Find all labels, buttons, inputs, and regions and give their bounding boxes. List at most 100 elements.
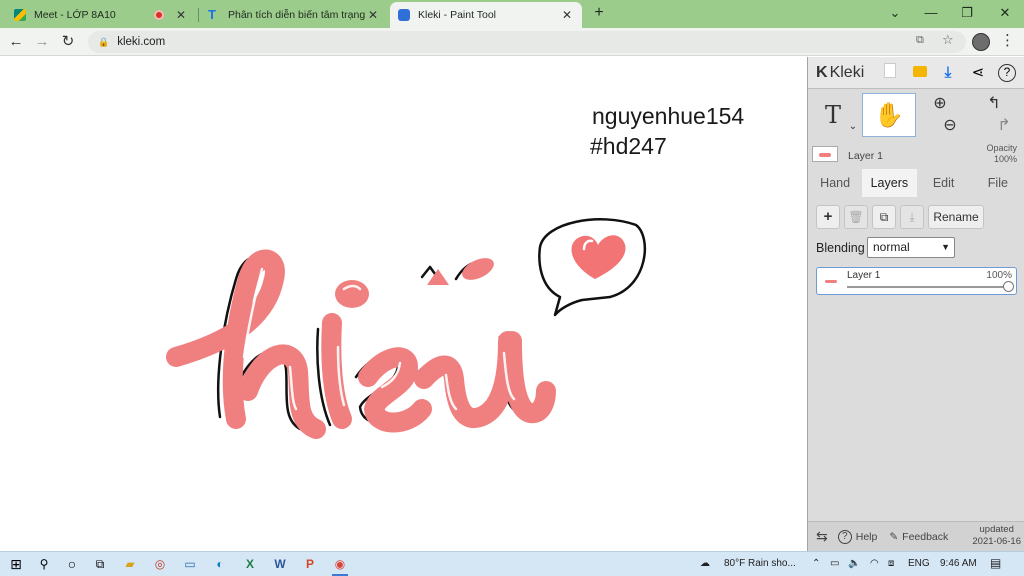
share-icon[interactable]: ⋖ [968, 63, 988, 83]
zoom-controls: ⊕ ⊖ [920, 93, 960, 137]
translate-icon[interactable]: ⧉ [916, 34, 924, 47]
url-text: kleki.com [117, 36, 166, 48]
undo-icon[interactable]: ↰ [972, 93, 1016, 115]
minimize-button[interactable]: — [912, 2, 950, 24]
tab-layers[interactable]: Layers [862, 169, 917, 197]
menu-kebab-icon[interactable]: ⋮ [1000, 31, 1015, 49]
close-window-button[interactable]: ✕ [986, 2, 1024, 24]
layer-list-item[interactable]: Layer 1 100% [816, 267, 1017, 295]
tab-title: Phân tích diễn biến tâm trạng củ [228, 9, 366, 21]
monitor-app-icon[interactable]: ▭ [180, 555, 200, 574]
battery-icon[interactable]: ▭ [830, 558, 839, 569]
language-indicator[interactable]: ENG [908, 558, 930, 569]
weather-icon[interactable]: ☁ [700, 558, 710, 569]
blending-select[interactable]: normal ▼ [867, 237, 955, 258]
layer-thumbnail [822, 273, 842, 289]
panel-tabs: Hand Layers Edit File [808, 169, 1024, 197]
current-layer-info: Layer 1 Opacity 100% [808, 141, 1024, 169]
layer-opacity-slider-knob[interactable] [1003, 281, 1014, 292]
tab-search-icon[interactable]: ⌄ [876, 2, 914, 24]
reload-icon[interactable]: ↻ [58, 32, 78, 52]
zoom-in-icon[interactable]: ⊕ [920, 93, 960, 115]
kleki-logo: K Kleki [816, 64, 864, 82]
avatar[interactable] [972, 33, 990, 51]
merge-layer-button[interactable]: ⤓ [900, 205, 924, 229]
tray-chevron-up-icon[interactable]: ⌃ [812, 558, 820, 569]
hieu-lettering-artwork [166, 218, 647, 439]
windows-start-icon[interactable]: ⊞ [6, 555, 26, 574]
maximize-button[interactable]: ❐ [948, 2, 986, 24]
chevron-down-icon: ▼ [941, 242, 950, 252]
duplicate-layer-button[interactable]: ⧉ [872, 205, 896, 229]
help-icon[interactable]: ? [998, 64, 1016, 82]
tab-kleki[interactable]: Kleki - Paint Tool ✕ [390, 2, 582, 28]
back-icon[interactable]: ← [6, 32, 26, 52]
drawing-canvas[interactable]: nguyenhue154 #hd247 [0, 57, 807, 551]
tab-edit[interactable]: Edit [917, 169, 971, 197]
panel-footer: ⇆ ? Help ✎ Feedback updated 2021-06-16 [808, 521, 1024, 551]
app-icon[interactable]: ◎ [150, 555, 170, 574]
chrome-icon[interactable]: ◉ [330, 555, 350, 576]
windows-taskbar: ⊞ ⚲ ○ ⧉ ▰ ◎ ▭ ◐ X W P ◉ ☁ 80°F Rain sho.… [0, 551, 1024, 576]
blending-value: normal [873, 240, 910, 254]
close-tab-icon[interactable]: ✕ [560, 8, 574, 22]
volume-icon[interactable]: 🔈 [848, 558, 860, 569]
swap-sides-icon[interactable]: ⇆ [816, 528, 828, 545]
redo-icon[interactable]: ↱ [992, 115, 1016, 137]
help-link[interactable]: ? Help [837, 529, 877, 544]
excel-icon[interactable]: X [240, 555, 260, 574]
layer-opacity-slider-track[interactable] [847, 286, 1009, 288]
bookmark-star-icon[interactable]: ☆ [942, 32, 954, 48]
kleki-k-icon: K [816, 63, 828, 81]
powerpoint-icon[interactable]: P [300, 555, 320, 574]
tool-selector: T ⌄ ✋ ⊕ ⊖ ↰ ↱ [808, 93, 1024, 137]
layer-thumbnail [812, 146, 838, 162]
close-tab-icon[interactable]: ✕ [174, 8, 188, 22]
file-explorer-icon[interactable]: ▰ [120, 555, 140, 574]
weather-widget[interactable]: 80°F Rain sho... [724, 558, 796, 569]
wifi-icon[interactable]: ◠ [870, 558, 879, 569]
cortana-icon[interactable]: ○ [62, 555, 82, 574]
kleki-favicon-icon [398, 9, 410, 21]
forward-icon[interactable]: → [32, 32, 52, 52]
network-icon[interactable]: ⧈ [888, 558, 894, 569]
updated-date: 2021-06-16 [972, 536, 1021, 547]
tab-article[interactable]: T Phân tích diễn biến tâm trạng củ ✕ [200, 2, 388, 28]
updated-label: updated [979, 524, 1014, 535]
edge-browser-icon[interactable]: ◐ [210, 555, 230, 574]
layer-item-name: Layer 1 [847, 270, 881, 281]
zoom-out-icon[interactable]: ⊖ [940, 115, 960, 137]
new-tab-button[interactable]: + [590, 4, 608, 24]
address-bar[interactable]: 🔒 kleki.com [88, 31, 966, 53]
word-icon[interactable]: W [270, 555, 290, 574]
help-circle-icon: ? [837, 529, 852, 544]
rename-layer-button[interactable]: Rename [928, 205, 984, 229]
close-tab-icon[interactable]: ✕ [366, 8, 380, 22]
recording-icon [154, 10, 164, 20]
layer-item-opacity: 100% [986, 270, 1012, 281]
notifications-icon[interactable]: ▤ [990, 556, 1001, 570]
task-view-icon[interactable]: ⧉ [90, 555, 110, 574]
t-logo-icon: T [208, 7, 216, 22]
tab-file[interactable]: File [971, 169, 1024, 197]
blending-label: Blending [816, 241, 865, 255]
tab-hand[interactable]: Hand [808, 169, 862, 197]
feedback-link[interactable]: ✎ Feedback [889, 531, 948, 543]
save-download-icon[interactable]: ⤓ [938, 63, 958, 83]
tab-title: Kleki - Paint Tool [418, 9, 497, 21]
search-icon[interactable]: ⚲ [34, 555, 54, 574]
clock[interactable]: 9:46 AM [940, 558, 977, 569]
add-layer-button[interactable]: + [816, 205, 840, 229]
tab-meet[interactable]: Meet - LỚP 8A10 ✕ [6, 2, 196, 28]
current-layer-name: Layer 1 [848, 150, 884, 162]
history-controls: ↰ ↱ [972, 93, 1016, 137]
hand-tool-icon[interactable]: ✋ [862, 93, 916, 137]
layer-opacity-readout: Opacity 100% [986, 143, 1017, 165]
delete-layer-button[interactable]: 🗑 [844, 205, 868, 229]
kleki-side-panel: K Kleki ⤓ ⋖ ? T ⌄ ✋ ⊕ ⊖ ↰ ↱ Layer 1 Opac… [807, 57, 1024, 551]
new-image-icon[interactable] [880, 63, 900, 83]
meet-icon [14, 9, 26, 21]
text-tool-icon[interactable]: T [816, 93, 850, 137]
feedback-label: Feedback [902, 530, 949, 543]
open-folder-icon[interactable] [910, 63, 930, 83]
